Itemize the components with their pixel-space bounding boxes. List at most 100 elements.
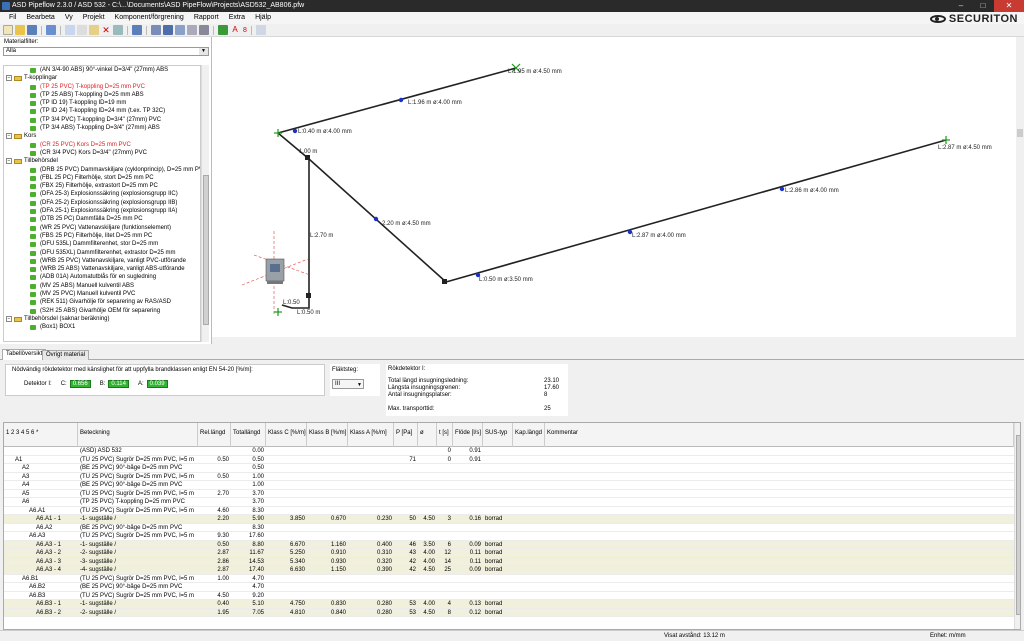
- canvas-horizontal-scrollbar[interactable]: [212, 337, 1024, 344]
- table-row[interactable]: A6.A3 - 4 -4- sugställe / 2.87 17.40 6.630 1.…: [4, 566, 1014, 575]
- tree-folder[interactable]: − Tillbehörsdel (saknar beräkning): [4, 315, 200, 323]
- calc-icon[interactable]: [163, 25, 173, 35]
- column-header[interactable]: Kap.längd: [513, 423, 545, 447]
- save-as-icon[interactable]: [132, 25, 142, 35]
- tree-item[interactable]: (S2H 25 ABS) Givarhölje OEM för separeri…: [4, 307, 200, 315]
- tree-item[interactable]: (DFA 25-3) Explosionssäkring (explosions…: [4, 190, 200, 198]
- tree-scroll-thumb[interactable]: [203, 175, 209, 325]
- tree-item[interactable]: (MV 25 ABS) Manuell kulventil ABS: [4, 282, 200, 290]
- column-header[interactable]: ø: [418, 423, 437, 447]
- table-row[interactable]: A1 (TU 25 PVC) Sugrör D=25 mm PVC, l=5 m 0…: [4, 456, 1014, 464]
- fan-step-select[interactable]: III ▼: [332, 379, 364, 389]
- tree-item[interactable]: (TP 3/4 PVC) T-koppling D=3/4" (27mm) PV…: [4, 116, 200, 124]
- column-header[interactable]: SUS-typ: [483, 423, 513, 447]
- table-row[interactable]: A6 (TP 25 PVC) T-koppling D=25 mm PVC 3.70: [4, 498, 1014, 507]
- undo-icon[interactable]: [113, 25, 123, 35]
- column-header[interactable]: Klass B [%/m]: [307, 423, 348, 447]
- zoom-value[interactable]: 8: [243, 27, 247, 34]
- table-row[interactable]: A6.A3 - 2 -2- sugställe / 2.87 11.67 5.250 0.…: [4, 549, 1014, 558]
- paste-icon[interactable]: [89, 25, 99, 35]
- tree-item[interactable]: (DFU 535L) Dammfilterenhet, stor D=25 mm: [4, 240, 200, 248]
- column-header[interactable]: Klass C [%/m]: [266, 423, 307, 447]
- new-icon[interactable]: [3, 25, 13, 35]
- canvas-vertical-scrollbar[interactable]: [1016, 37, 1024, 337]
- menu-komponent[interactable]: Komponent/förgrening: [110, 12, 189, 24]
- column-header[interactable]: Totallängd: [231, 423, 266, 447]
- tab-ovrigt-material[interactable]: Övrigt material: [42, 350, 90, 360]
- column-header[interactable]: Beteckning: [78, 423, 198, 447]
- menu-hjalp[interactable]: Hjälp: [250, 12, 276, 24]
- table-row[interactable]: A5 (TU 25 PVC) Sugrör D=25 mm PVC, l=5 m 2…: [4, 490, 1014, 498]
- tree-item[interactable]: (AN 3/4-90 ABS) 90°-vinkel D=3/4" (27mm)…: [4, 66, 200, 74]
- report-icon[interactable]: [175, 25, 185, 35]
- tree-item[interactable]: (TP ID 19) T-koppling ID=19 mm: [4, 99, 200, 107]
- tree-item[interactable]: (MV 25 PVC) Manuell kulventil PVC: [4, 290, 200, 298]
- tree-item[interactable]: (TP 25 ABS) T-koppling D=25 mm ABS: [4, 91, 200, 99]
- tree-folder[interactable]: − T-kopplingar: [4, 74, 200, 82]
- table-row[interactable]: A6.A1 (TU 25 PVC) Sugrör D=25 mm PVC, l=5…: [4, 507, 1014, 515]
- grid-icon[interactable]: [151, 25, 161, 35]
- pipe-diagram-canvas[interactable]: L:1.95 m ø:4.50 mm L:1.96 m ø:4.00 mm L:…: [212, 37, 1024, 344]
- column-header[interactable]: Kommentar: [545, 423, 1014, 447]
- menu-projekt[interactable]: Projekt: [78, 12, 110, 24]
- column-header[interactable]: t [s]: [437, 423, 453, 447]
- tree-scrollbar[interactable]: [201, 65, 209, 342]
- cut-icon[interactable]: [77, 25, 87, 35]
- table-row[interactable]: A6.A1 - 1 -1- sugställe / 2.20 5.90 3.850 0.6…: [4, 515, 1014, 524]
- add-component-icon[interactable]: [218, 25, 228, 35]
- tree-item[interactable]: (CR 25 PVC) Kors D=25 mm PVC: [4, 141, 200, 149]
- layout-icon[interactable]: [255, 25, 266, 35]
- close-button[interactable]: ✕: [994, 0, 1024, 12]
- table-row[interactable]: A2 (BE 25 PVC) 90°-båge D=25 mm PVC 0.50: [4, 464, 1014, 473]
- table-row[interactable]: A3 (TU 25 PVC) Sugrör D=25 mm PVC, l=5 m 0…: [4, 473, 1014, 481]
- tree-item[interactable]: (TP 3/4 ABS) T-koppling D=3/4" (27mm) AB…: [4, 124, 200, 132]
- tree-item[interactable]: (FBS 25 PC) Filterhölje, litet D=25 mm P…: [4, 232, 200, 240]
- print-icon[interactable]: [46, 25, 56, 35]
- column-header[interactable]: Rel.längd: [198, 423, 231, 447]
- tree-item[interactable]: (DTB 25 PC) Dammfälla D=25 mm PC: [4, 215, 200, 223]
- tree-item[interactable]: (WR 25 PVC) Vattenavskiljare (funktionse…: [4, 224, 200, 232]
- tree-item[interactable]: (DFU 535XL) Dammfilterenhet, extrastor D…: [4, 249, 200, 257]
- tree-item[interactable]: (DFA 25-1) Explosionssäkring (explosions…: [4, 207, 200, 215]
- table-row[interactable]: A6.A2 (BE 25 PVC) 90°-båge D=25 mm PVC 8.3…: [4, 524, 1014, 532]
- tree-item[interactable]: (DFA 25-2) Explosionssäkring (explosions…: [4, 199, 200, 207]
- table-row[interactable]: A6.B3 - 1 -1- sugställe / 0.40 5.10 4.750 0.8…: [4, 600, 1014, 609]
- canvas-scroll-thumb[interactable]: [1017, 129, 1023, 137]
- column-header[interactable]: Klass A [%/m]: [348, 423, 394, 447]
- menu-extra[interactable]: Extra: [224, 12, 250, 24]
- collapse-icon[interactable]: −: [6, 315, 12, 322]
- table-row[interactable]: A6.B2 (BE 25 PVC) 90°-båge D=25 mm PVC 4.7…: [4, 583, 1014, 592]
- menu-bearbeta[interactable]: Bearbeta: [21, 12, 59, 24]
- column-header[interactable]: Flöde [l/s]: [453, 423, 483, 447]
- delete-icon[interactable]: ✕: [101, 25, 111, 35]
- open-icon[interactable]: [15, 25, 25, 35]
- table-scroll-thumb[interactable]: [1016, 435, 1020, 615]
- table-row[interactable]: A6.A3 (TU 25 PVC) Sugrör D=25 mm PVC, l=5…: [4, 532, 1014, 541]
- tree-folder[interactable]: − Tillbehörsdel: [4, 157, 200, 165]
- tree-item[interactable]: (REK 511) Givarhölje för separering av R…: [4, 298, 200, 306]
- table-scrollbar[interactable]: [1014, 423, 1020, 629]
- table-row[interactable]: A6.B3 - 2 -2- sugställe / 1.95 7.05 4.810 0.8…: [4, 608, 1014, 617]
- table-row[interactable]: A6.B1 (TU 25 PVC) Sugrör D=25 mm PVC, l=5…: [4, 575, 1014, 583]
- maximize-button[interactable]: □: [972, 0, 994, 12]
- save-icon[interactable]: [27, 25, 37, 35]
- text-size-icon[interactable]: A: [230, 25, 240, 35]
- column-header[interactable]: 1 2 3 4 5 6 *: [4, 423, 78, 447]
- tree-item[interactable]: (FBX 25) Filterhölje, extrastort D=25 mm…: [4, 182, 200, 190]
- material-filter-select[interactable]: Alla ▼: [3, 47, 209, 56]
- table-row[interactable]: A6.A3 - 3 -3- sugställe / 2.86 14.53 5.340 0.…: [4, 557, 1014, 566]
- tree-item[interactable]: (DRB 25 PVC) Dammavskiljare (cyklonprinc…: [4, 166, 200, 174]
- view-icon[interactable]: [199, 25, 209, 35]
- menu-vy[interactable]: Vy: [60, 12, 78, 24]
- table-row[interactable]: A6.A3 - 1 -1- sugställe / 0.50 8.80 6.670 1.1…: [4, 540, 1014, 549]
- tree-item[interactable]: (WRB 25 PVC) Vattenavskiljare, vanligt P…: [4, 257, 200, 265]
- column-header[interactable]: P [Pa]: [394, 423, 418, 447]
- tree-item[interactable]: (FBL 25 PC) Filterhölje, stort D=25 mm P…: [4, 174, 200, 182]
- tree-item[interactable]: (WRB 25 ABS) Vattenavskiljare, vanligt A…: [4, 265, 200, 273]
- tree-item[interactable]: (CR 3/4 PVC) Kors D=3/4" (27mm) PVC: [4, 149, 200, 157]
- collapse-icon[interactable]: −: [6, 75, 12, 82]
- tree-item[interactable]: (TP 25 PVC) T-koppling D=25 mm PVC: [4, 83, 200, 91]
- tree-folder[interactable]: − Kors: [4, 132, 200, 140]
- collapse-icon[interactable]: −: [6, 133, 12, 140]
- tree-item[interactable]: (TP ID 24) T-koppling ID=24 mm (t.ex. TP…: [4, 107, 200, 115]
